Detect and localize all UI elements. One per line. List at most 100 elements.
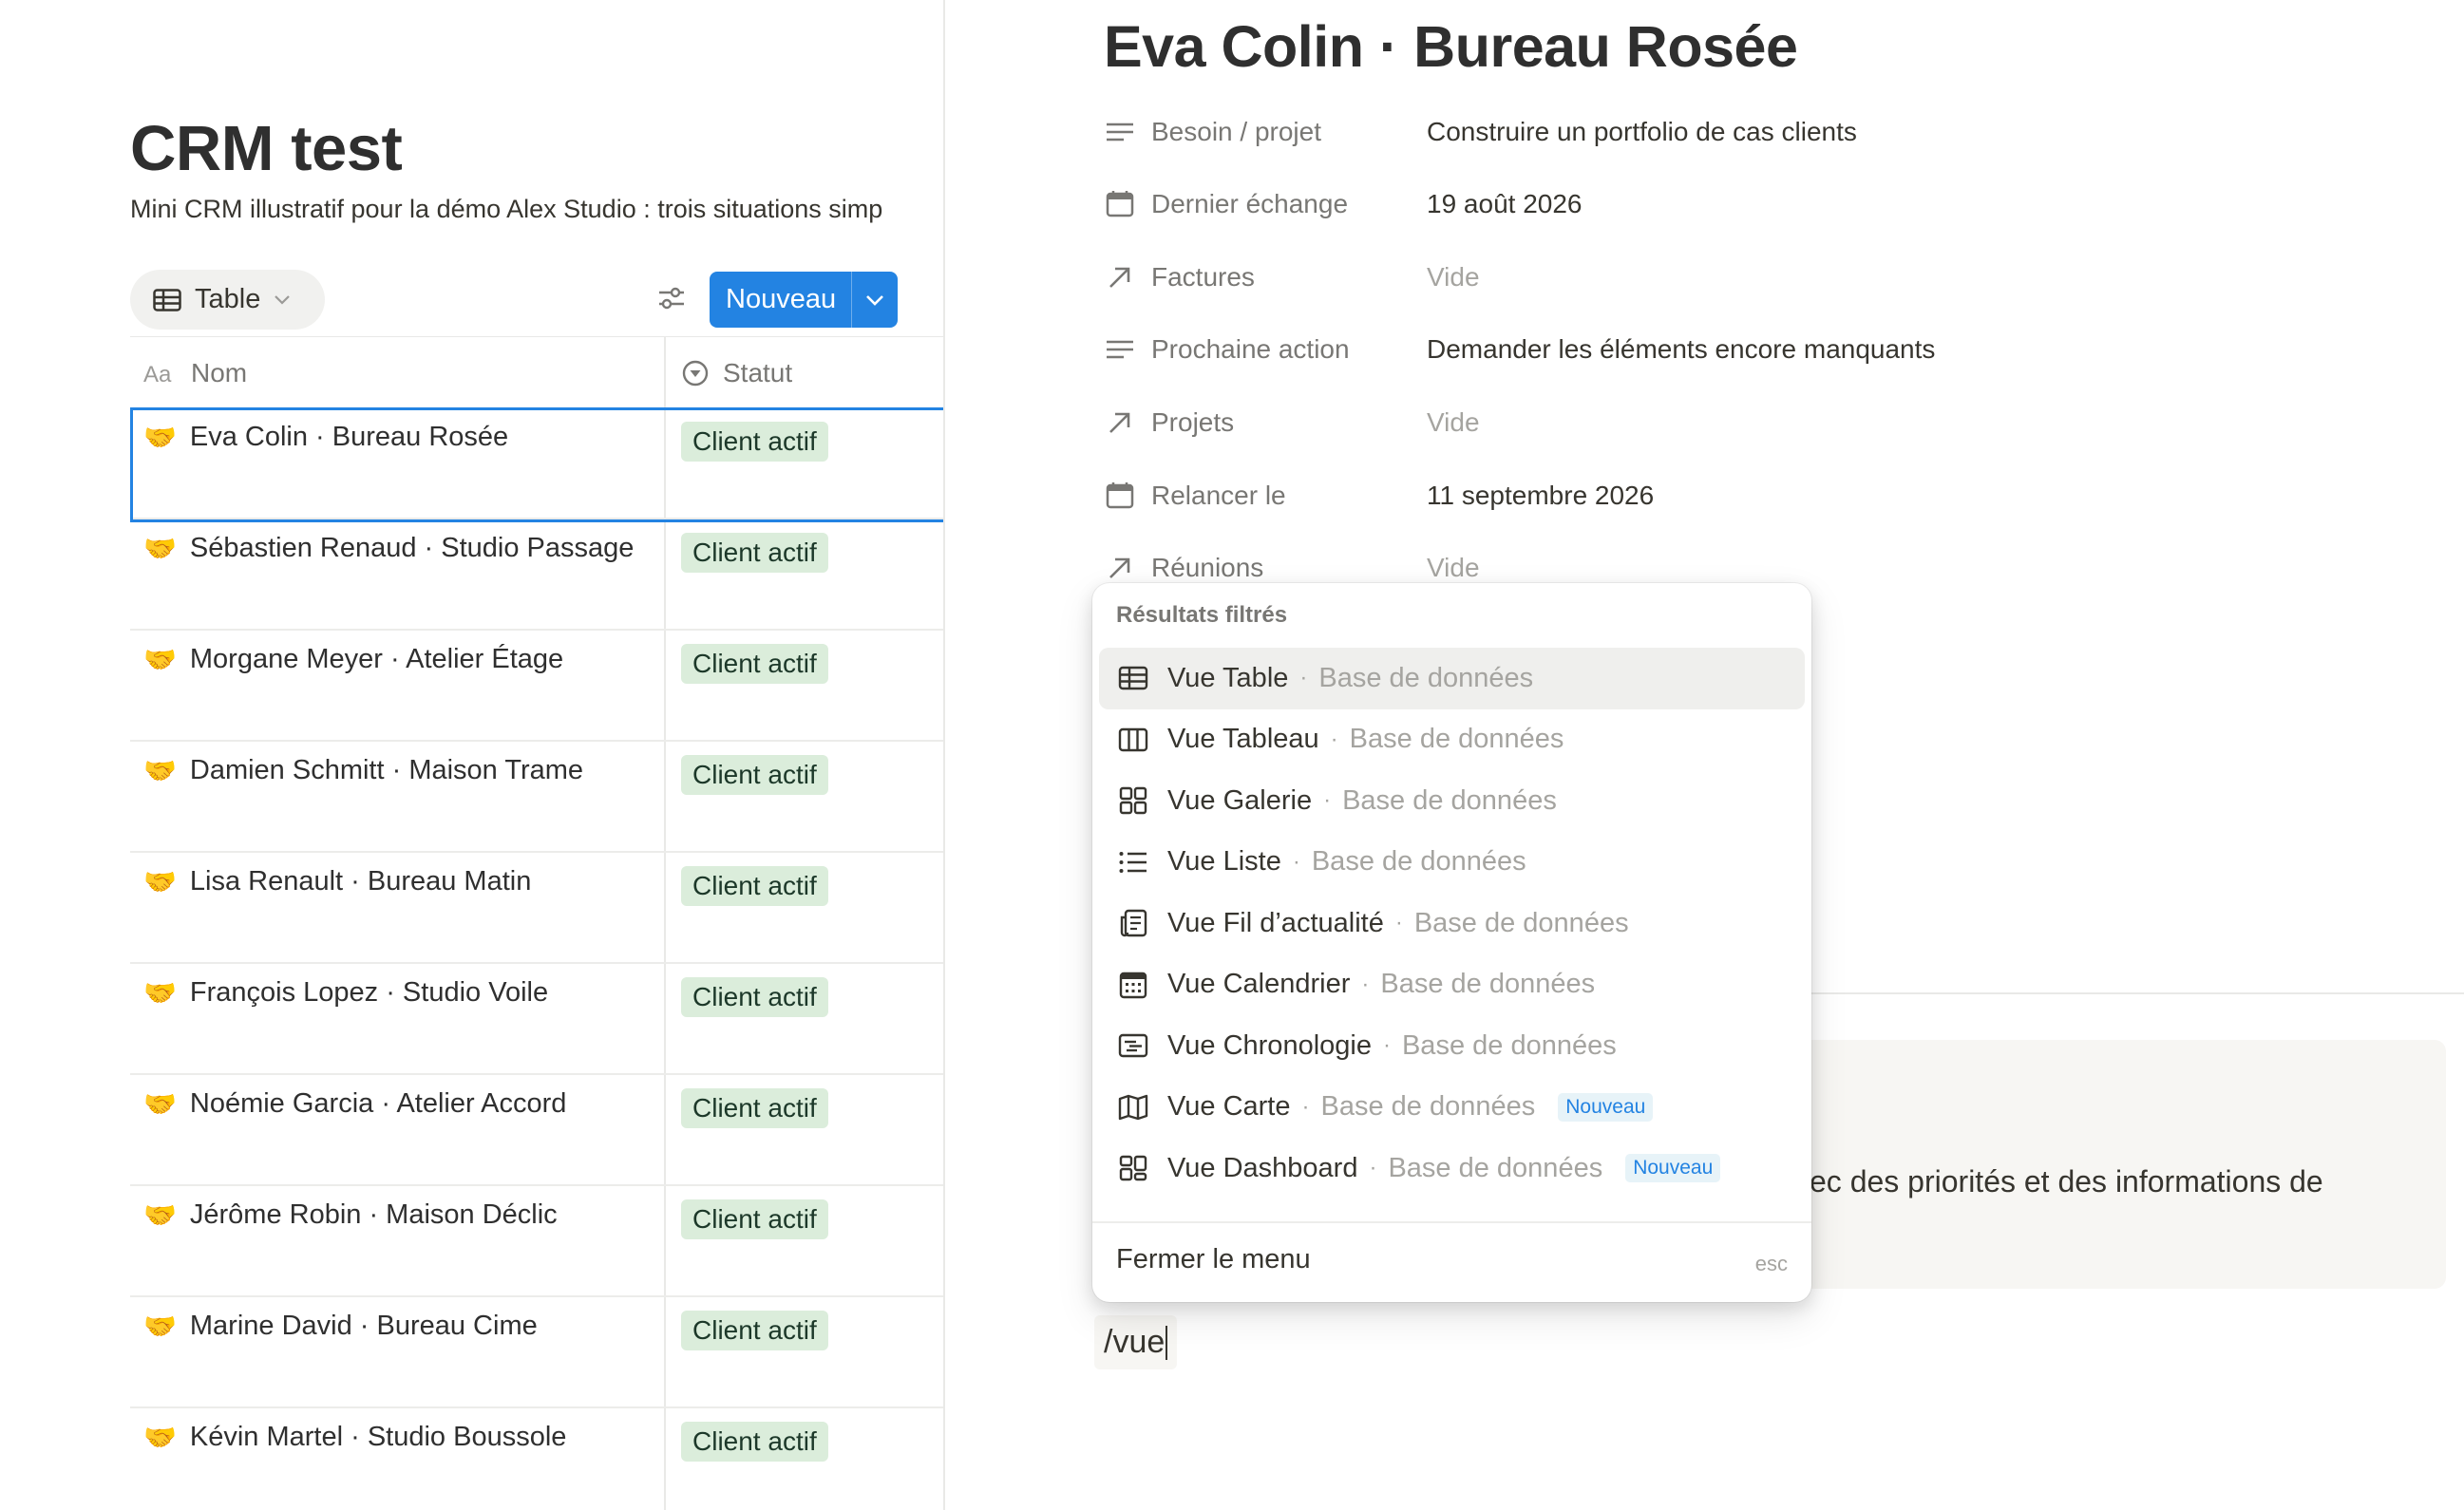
table-row[interactable]: 🤝 Jérôme Robin · Maison Déclic Client act… (130, 1186, 944, 1297)
menu-item-label: Vue Calendrier (1167, 969, 1351, 1000)
property-name: Projets (1151, 407, 1235, 437)
handshake-icon: 🤝 (143, 1200, 177, 1230)
menu-item-vue-carte[interactable]: Vue Carte · Base de données Nouveau (1099, 1077, 1805, 1139)
calendar-icon (1104, 480, 1136, 512)
property-projets[interactable]: Projets Vide (1104, 399, 2339, 446)
row-name: Eva Colin · Bureau Rosée (189, 422, 509, 452)
table-row[interactable]: 🤝 Noémie Garcia · Atelier Accord Client a… (130, 1075, 944, 1186)
status-badge[interactable]: Client actif (681, 1422, 828, 1462)
row-name: Sébastien Renaud · Studio Passage (189, 533, 635, 563)
timeline-view-icon (1116, 1029, 1150, 1063)
row-name: Morgane Meyer · Atelier Étage (189, 644, 564, 674)
menu-item-vue-tableau[interactable]: Vue Tableau · Base de données (1099, 709, 1805, 771)
calendar-view-icon (1116, 968, 1150, 1002)
property-dernier-echange[interactable]: Dernier échange 19 août 2026 (1104, 180, 2339, 228)
table-row[interactable]: 🤝 Kévin Martel · Studio Boussole Client a… (130, 1408, 944, 1510)
status-badge[interactable]: Client actif (681, 1088, 828, 1128)
new-button[interactable]: Nouveau (710, 272, 898, 328)
slash-command-text: /vue (1104, 1324, 1166, 1360)
gallery-view-icon (1116, 783, 1150, 818)
status-badge[interactable]: Client actif (681, 1199, 828, 1239)
row-name: Marine David · Bureau Cime (189, 1311, 538, 1341)
row-name: Damien Schmitt · Maison Trame (189, 755, 584, 785)
separator-dot: · (1299, 665, 1308, 691)
property-name: Dernier échange (1151, 189, 1349, 218)
menu-item-label: Vue Fil d’actualité (1167, 907, 1384, 938)
row-name-cell[interactable]: 🤝 Sébastien Renaud · Studio Passage (143, 533, 634, 564)
handshake-icon: 🤝 (143, 1312, 177, 1341)
status-badge[interactable]: Client actif (681, 1311, 828, 1350)
column-header-nom[interactable]: Aa Nom (143, 337, 247, 409)
menu-item-vue-table[interactable]: Vue Table · Base de données (1099, 648, 1805, 709)
status-badge[interactable]: Client actif (681, 533, 828, 573)
row-name-cell[interactable]: 🤝 Morgane Meyer · Atelier Étage (143, 644, 563, 675)
menu-divider (1092, 1221, 1811, 1223)
database-description: Mini CRM illustratif pour la démo Alex S… (130, 195, 883, 223)
menu-item-subtitle: Base de données (1318, 662, 1534, 693)
property-besoin-projet[interactable]: Besoin / projet Construire un portfolio … (1104, 108, 2339, 156)
handshake-icon: 🤝 (143, 534, 177, 563)
view-tab-table[interactable]: Table (130, 270, 325, 330)
handshake-icon: 🤝 (143, 756, 177, 785)
table-row[interactable]: 🤝 Lisa Renault · Bureau Matin Client acti… (130, 853, 944, 964)
status-badge[interactable]: Client actif (681, 644, 828, 684)
property-factures[interactable]: Factures Vide (1104, 254, 2339, 301)
row-name-cell[interactable]: 🤝 Kévin Martel · Studio Boussole (143, 1422, 566, 1453)
text-caret (1166, 1325, 1168, 1360)
row-name-cell[interactable]: 🤝 Lisa Renault · Bureau Matin (143, 866, 531, 897)
new-button-dropdown[interactable] (852, 294, 898, 306)
separator-dot: · (1292, 848, 1300, 875)
callout-text[interactable]: ec des priorités et des informations de (1810, 1164, 2323, 1199)
slash-command-input[interactable]: /vue (1094, 1315, 1178, 1369)
menu-item-vue-fil-actualite[interactable]: Vue Fil d’actualité · Base de données (1099, 893, 1805, 954)
table-row[interactable]: 🤝 François Lopez · Studio Voile Client ac… (130, 964, 944, 1075)
row-name-cell[interactable]: 🤝 Eva Colin · Bureau Rosée (143, 422, 508, 453)
status-badge[interactable]: Client actif (681, 755, 828, 795)
row-name-cell[interactable]: 🤝 Noémie Garcia · Atelier Accord (143, 1088, 566, 1120)
menu-item-vue-chronologie[interactable]: Vue Chronologie · Base de données (1099, 1015, 1805, 1077)
pane-divider[interactable] (943, 0, 945, 1510)
property-relancer-le[interactable]: Relancer le 11 septembre 2026 (1104, 472, 2339, 519)
property-value[interactable]: Vide (1427, 553, 1480, 583)
text-lines-icon (1104, 333, 1136, 366)
row-name: Lisa Renault · Bureau Matin (189, 866, 532, 897)
row-name-cell[interactable]: 🤝 Marine David · Bureau Cime (143, 1311, 538, 1342)
menu-item-subtitle: Base de données (1388, 1152, 1603, 1183)
property-value[interactable]: 19 août 2026 (1427, 189, 1583, 219)
property-value[interactable]: Demander les éléments encore manquants (1427, 334, 1935, 365)
filter-settings-icon[interactable] (655, 282, 688, 314)
menu-item-label: Vue Liste (1167, 846, 1281, 878)
status-badge[interactable]: Client actif (681, 422, 828, 462)
row-name-cell[interactable]: 🤝 Jérôme Robin · Maison Déclic (143, 1199, 558, 1231)
row-name-cell[interactable]: 🤝 François Lopez · Studio Voile (143, 977, 548, 1009)
property-prochaine-action[interactable]: Prochaine action Demander les éléments e… (1104, 326, 2339, 373)
property-value[interactable]: Vide (1427, 407, 1480, 438)
menu-item-subtitle: Base de données (1342, 784, 1557, 816)
chevron-down-icon (275, 294, 291, 305)
property-value[interactable]: Vide (1427, 262, 1480, 293)
table-row[interactable]: 🤝 Sébastien Renaud · Studio Passage Clien… (130, 519, 944, 631)
menu-item-vue-liste[interactable]: Vue Liste · Base de données (1099, 832, 1805, 894)
database-title[interactable]: CRM test (130, 112, 403, 185)
property-name: Réunions (1151, 553, 1264, 582)
table-row[interactable]: 🤝 Damien Schmitt · Maison Trame Client ac… (130, 742, 944, 853)
status-badge[interactable]: Client actif (681, 977, 828, 1017)
table-row[interactable]: 🤝 Morgane Meyer · Atelier Étage Client ac… (130, 631, 944, 742)
property-value[interactable]: 11 septembre 2026 (1427, 481, 1654, 511)
table-row[interactable]: 🤝 Eva Colin · Bureau Rosée Client actif (130, 407, 944, 522)
property-value[interactable]: Construire un portfolio de cas clients (1427, 117, 1857, 147)
menu-item-vue-calendrier[interactable]: Vue Calendrier · Base de données (1099, 954, 1805, 1016)
column-header-statut[interactable]: Statut (681, 337, 792, 409)
close-menu-button[interactable]: Fermer le menu (1116, 1244, 1311, 1275)
menu-item-vue-dashboard[interactable]: Vue Dashboard · Base de données Nouveau (1099, 1138, 1805, 1199)
page-title[interactable]: Eva Colin · Bureau Rosée (1104, 13, 1798, 80)
menu-item-vue-galerie[interactable]: Vue Galerie · Base de données (1099, 770, 1805, 832)
property-name: Prochaine action (1151, 334, 1350, 364)
status-badge[interactable]: Client actif (681, 866, 828, 906)
row-name: Kévin Martel · Studio Boussole (189, 1422, 567, 1452)
calendar-icon (1104, 188, 1136, 220)
table-row[interactable]: 🤝 Marine David · Bureau Cime Client actif (130, 1297, 944, 1408)
property-name: Factures (1151, 262, 1255, 292)
chevron-down-icon (866, 294, 883, 306)
row-name-cell[interactable]: 🤝 Damien Schmitt · Maison Trame (143, 755, 583, 786)
